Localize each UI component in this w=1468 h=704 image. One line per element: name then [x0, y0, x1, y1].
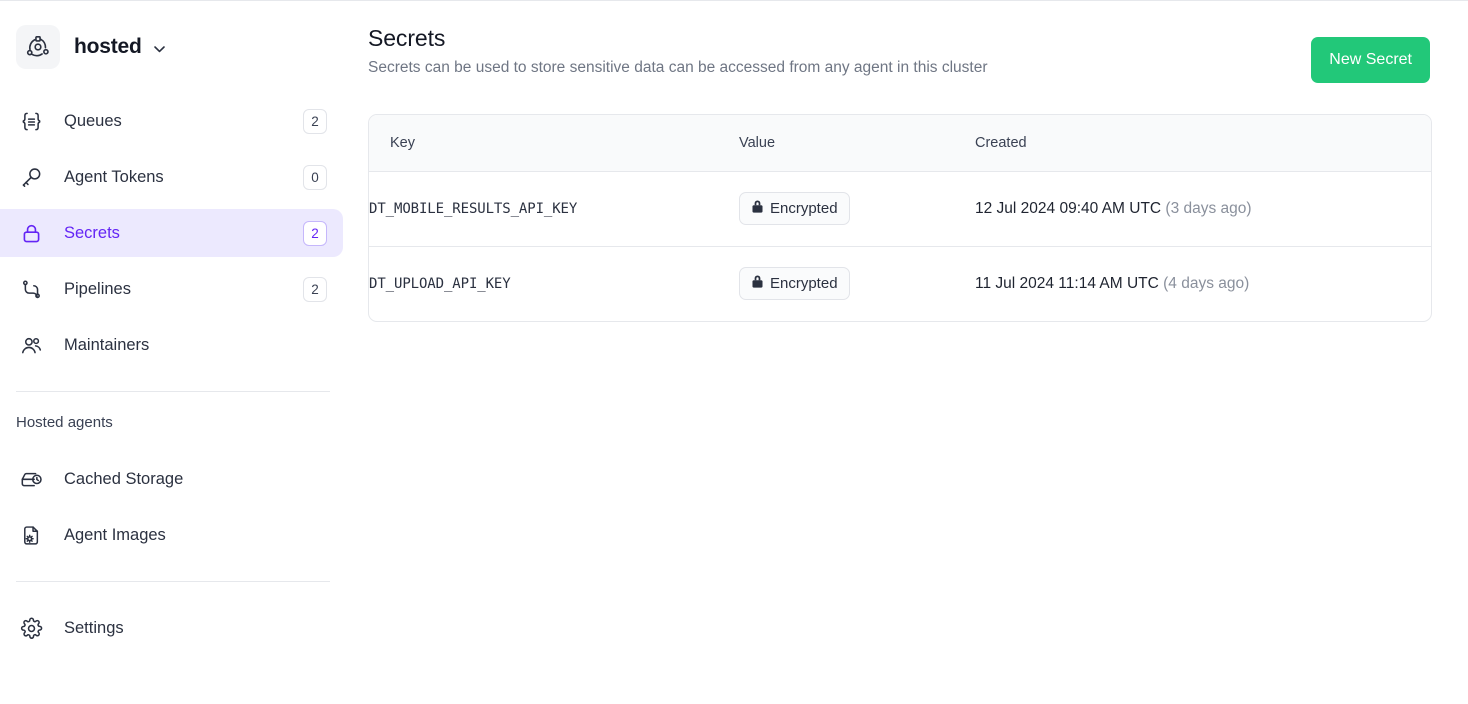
page-header-text: Secrets Secrets can be used to store sen… [368, 23, 987, 77]
queues-icon [16, 106, 46, 136]
cached-storage-icon [16, 464, 46, 494]
sidebar-item-label: Pipelines [64, 279, 131, 298]
secret-key: DT_UPLOAD_API_KEY [369, 275, 511, 292]
app-root: hosted Queues 2 Agent Tokens 0 Secrets 2… [0, 1, 1468, 704]
sidebar-item-agent-tokens[interactable]: Agent Tokens 0 [0, 153, 343, 201]
secret-created-relative: (3 days ago) [1165, 199, 1252, 217]
sidebar-item-badge: 2 [303, 108, 327, 134]
table-row: DT_MOBILE_RESULTS_API_KEY Encrypted 12 J… [369, 171, 1431, 247]
secrets-table-card: Key Value Created DT_MOBILE_RESULTS_API_… [368, 114, 1432, 322]
agent-image-icon [16, 520, 46, 550]
sidebar-item-badge: 2 [303, 276, 327, 302]
sidebar-item-badge: 2 [303, 220, 327, 246]
secret-created-relative: (4 days ago) [1163, 274, 1250, 292]
sidebar-item-label: Queues [64, 111, 122, 130]
column-header-created: Created [975, 115, 1431, 172]
lock-filled-icon [751, 274, 764, 293]
secret-created-absolute: 11 Jul 2024 11:14 AM UTC [975, 274, 1159, 292]
sidebar-item-label: Cached Storage [64, 469, 184, 488]
sidebar-item-cached-storage[interactable]: Cached Storage [0, 455, 343, 503]
chevron-down-icon [154, 35, 166, 59]
table-row: DT_UPLOAD_API_KEY Encrypted 11 Jul 2024 … [369, 246, 1431, 321]
secret-created: 11 Jul 2024 11:14 AM UTC (4 days ago) [975, 246, 1431, 321]
lock-filled-icon [751, 199, 764, 218]
cluster-icon [16, 25, 60, 69]
sidebar-item-label: Maintainers [64, 335, 150, 354]
column-header-key: Key [369, 115, 739, 172]
secrets-table-body: DT_MOBILE_RESULTS_API_KEY Encrypted 12 J… [369, 171, 1431, 321]
status-badge: Encrypted [739, 192, 850, 225]
page-subtitle: Secrets can be used to store sensitive d… [368, 59, 988, 76]
sidebar-item-label: Settings [64, 618, 124, 637]
status-badge: Encrypted [739, 267, 850, 301]
sidebar-section-title: Hosted agents [16, 414, 113, 431]
gear-icon [16, 613, 46, 643]
sidebar-item-maintainers[interactable]: Maintainers [0, 321, 343, 369]
secret-created: 12 Jul 2024 09:40 AM UTC (3 days ago) [975, 171, 1431, 247]
sidebar-item-pipelines[interactable]: Pipelines 2 [0, 265, 343, 313]
sidebar-item-settings[interactable]: Settings [0, 604, 343, 652]
sidebar-item-label: Agent Tokens [64, 167, 164, 186]
sidebar-footer-nav: Settings [0, 604, 360, 652]
status-badge-label: Encrypted [770, 275, 838, 293]
users-icon [16, 330, 46, 360]
sidebar-item-queues[interactable]: Queues 2 [0, 97, 343, 145]
secrets-table-head: Key Value Created [369, 115, 1431, 172]
new-secret-button[interactable]: New Secret [1311, 37, 1430, 83]
secrets-table: Key Value Created DT_MOBILE_RESULTS_API_… [369, 115, 1431, 321]
lock-icon [16, 218, 46, 248]
sidebar-hosted-nav: Cached Storage Agent Images [0, 455, 360, 559]
main-content: Secrets Secrets can be used to store sen… [360, 1, 1468, 704]
key-icon [16, 162, 46, 192]
sidebar-item-badge: 0 [303, 164, 327, 190]
secret-key: DT_MOBILE_RESULTS_API_KEY [369, 171, 739, 247]
sidebar-divider-top [16, 391, 330, 392]
column-header-value: Value [739, 115, 975, 172]
org-switcher[interactable]: hosted [0, 23, 360, 71]
org-name: hosted [74, 34, 166, 59]
org-name-text: hosted [74, 34, 142, 58]
page-title: Secrets [368, 25, 446, 51]
sidebar-divider-bottom [16, 581, 330, 582]
sidebar-item-label: Agent Images [64, 525, 166, 544]
sidebar-item-label: Secrets [64, 223, 120, 242]
page-header: Secrets Secrets can be used to store sen… [368, 23, 1430, 83]
secret-created-absolute: 12 Jul 2024 09:40 AM UTC [975, 199, 1162, 217]
sidebar-primary-nav: Queues 2 Agent Tokens 0 Secrets 2 Pipeli… [0, 97, 360, 369]
table-header-row: Key Value Created [369, 115, 1431, 172]
secret-value-cell: Encrypted [739, 246, 975, 321]
status-badge-label: Encrypted [770, 200, 838, 217]
sidebar-item-agent-images[interactable]: Agent Images [0, 511, 343, 559]
pipeline-icon [16, 274, 46, 304]
sidebar-item-secrets[interactable]: Secrets 2 [0, 209, 343, 257]
sidebar: hosted Queues 2 Agent Tokens 0 Secrets 2… [0, 1, 360, 704]
secret-value-cell: Encrypted [739, 171, 975, 247]
